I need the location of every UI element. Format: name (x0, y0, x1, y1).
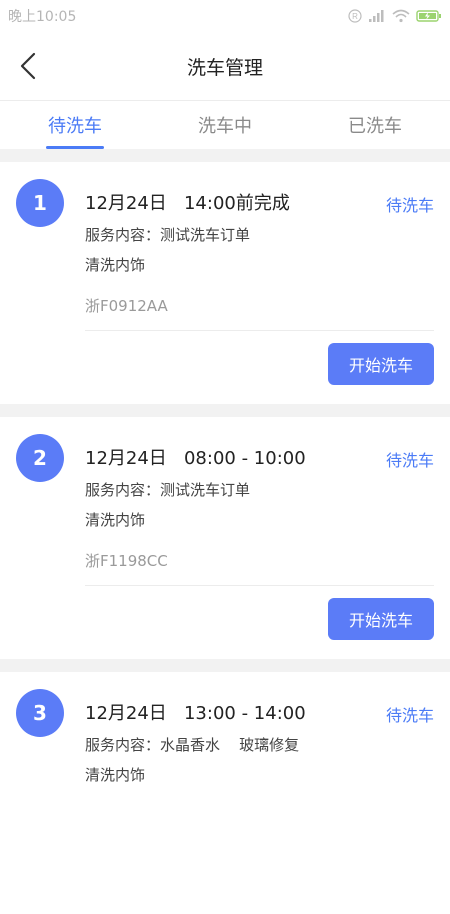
order-card[interactable]: 2 12月24日 08:00 - 10:00 待洗车 服务内容：测试洗车订单 清… (0, 417, 450, 659)
order-index-badge: 1 (16, 179, 64, 227)
status-icons: R (348, 9, 442, 23)
start-wash-button[interactable]: 开始洗车 (328, 598, 434, 640)
tab-bar: 待洗车 洗车中 已洗车 (0, 100, 450, 149)
back-arrow-icon (20, 52, 36, 80)
order-plate: 浙F1198CC (85, 552, 168, 570)
order-extra-service: 清洗内饰 (85, 511, 146, 529)
nav-bar: 洗车管理 (0, 32, 450, 100)
back-button[interactable] (10, 48, 46, 84)
wifi-icon (392, 9, 410, 23)
signal-icon (369, 10, 384, 22)
status-time: 晚上10:05 (8, 9, 77, 25)
divider (85, 585, 434, 586)
order-status: 待洗车 (385, 451, 434, 470)
order-plate: 浙F0912AA (85, 297, 168, 315)
order-extra-service: 清洗内饰 (85, 766, 146, 784)
divider (85, 330, 434, 331)
order-time: 12月24日 14:00前完成 (85, 193, 290, 214)
battery-icon (416, 10, 441, 22)
order-index-badge: 3 (16, 689, 64, 737)
order-list: 1 12月24日 14:00前完成 待洗车 服务内容：测试洗车订单 清洗内饰 浙… (0, 162, 450, 914)
order-time: 12月24日 08:00 - 10:00 (85, 448, 306, 469)
order-time: 12月24日 13:00 - 14:00 (85, 703, 306, 724)
tab-in-progress[interactable]: 洗车中 (150, 101, 300, 149)
order-service: 服务内容：水晶香水 玻璃修复 (85, 736, 300, 754)
order-service: 服务内容：测试洗车订单 (85, 481, 251, 499)
order-status: 待洗车 (385, 706, 434, 725)
order-card[interactable]: 3 12月24日 13:00 - 14:00 待洗车 服务内容：水晶香水 玻璃修… (0, 672, 450, 914)
registered-icon: R (348, 9, 362, 23)
order-card[interactable]: 1 12月24日 14:00前完成 待洗车 服务内容：测试洗车订单 清洗内饰 浙… (0, 162, 450, 404)
svg-text:R: R (352, 12, 358, 21)
page-title: 洗车管理 (186, 56, 263, 79)
tab-done[interactable]: 已洗车 (300, 101, 450, 149)
tab-pending[interactable]: 待洗车 (0, 101, 150, 149)
order-service: 服务内容：测试洗车订单 (85, 226, 251, 244)
order-index-badge: 2 (16, 434, 64, 482)
start-wash-button[interactable]: 开始洗车 (328, 343, 434, 385)
status-bar: 晚上10:05 R (0, 0, 450, 32)
order-status: 待洗车 (385, 196, 434, 215)
order-extra-service: 清洗内饰 (85, 256, 146, 274)
